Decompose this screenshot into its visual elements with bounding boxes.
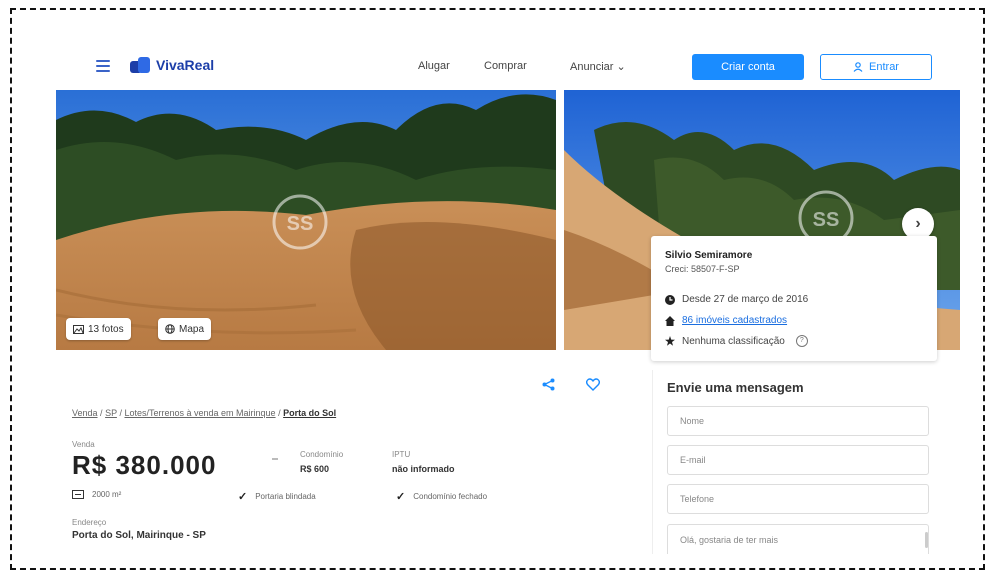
nav-buy[interactable]: Comprar	[484, 60, 527, 72]
listing-photo-main[interactable]: SS	[56, 90, 556, 350]
price-label: Venda	[72, 440, 95, 449]
contact-form: Envie uma mensagem Nome E-mail Telefone …	[652, 370, 939, 554]
advertiser-rating-text: Nenhuma classificação	[682, 335, 785, 347]
feature-area: 2000 m²	[72, 490, 121, 499]
check-icon: ✓	[396, 491, 406, 503]
price-separator	[272, 458, 278, 460]
condo-label: Condomínio	[300, 450, 344, 459]
phone-field[interactable]: Telefone	[667, 484, 929, 514]
advertiser-creci: Creci: 58507-F-SP	[665, 264, 740, 274]
gallery-icon	[73, 324, 84, 334]
photos-button[interactable]: 13 fotos	[66, 318, 131, 340]
breadcrumb-sale[interactable]: Venda	[72, 408, 98, 418]
name-field[interactable]: Nome	[667, 406, 929, 436]
login-button-label: Entrar	[869, 61, 899, 73]
email-field[interactable]: E-mail	[667, 445, 929, 475]
contact-form-title: Envie uma mensagem	[667, 380, 804, 395]
photo-land-image: SS	[56, 90, 556, 350]
photos-count-label: 13 fotos	[88, 323, 124, 335]
breadcrumb-separator: /	[100, 408, 103, 418]
nav-rent[interactable]: Alugar	[418, 60, 450, 72]
iptu-label: IPTU	[392, 450, 411, 459]
watermark-logo: SS	[287, 213, 314, 235]
site-logo[interactable]: VivaReal	[130, 57, 214, 73]
site-header: VivaReal Alugar Comprar Anunciar ⌄ Criar…	[56, 44, 960, 90]
advertiser-since: Desde 27 de março de 2016	[665, 294, 808, 305]
breadcrumb-category[interactable]: Lotes/Terrenos à venda em Mairinque	[124, 408, 275, 418]
globe-icon	[165, 324, 175, 334]
share-icon[interactable]	[542, 378, 555, 391]
listing-page: VivaReal Alugar Comprar Anunciar ⌄ Criar…	[56, 44, 960, 554]
advertiser-since-text: Desde 27 de março de 2016	[682, 294, 809, 305]
feature-item: ✓ Condomínio fechado	[396, 490, 487, 503]
breadcrumb-current: Porta do Sol	[283, 408, 337, 418]
feature-item: ✓ Portaria blindada	[238, 490, 316, 503]
login-button[interactable]: Entrar	[820, 54, 932, 80]
chevron-down-icon: ⌄	[616, 61, 626, 73]
message-scrollbar[interactable]	[925, 532, 928, 548]
area-icon	[72, 490, 84, 499]
area-text: 2000 m²	[92, 490, 122, 499]
breadcrumb-state[interactable]: SP	[105, 408, 117, 418]
condo-value: R$ 600	[300, 464, 330, 474]
user-icon	[853, 62, 863, 72]
advertiser-listings[interactable]: 86 imóveis cadastrados	[665, 315, 787, 326]
feature-text: Portaria blindada	[255, 492, 316, 501]
clock-icon	[665, 294, 675, 305]
iptu-value: não informado	[392, 464, 455, 474]
advertiser-listings-link[interactable]: 86 imóveis cadastrados	[682, 315, 787, 326]
create-account-button[interactable]: Criar conta	[692, 54, 804, 80]
logo-text: VivaReal	[156, 57, 215, 73]
nav-advertise-label: Anunciar	[570, 61, 614, 73]
breadcrumb: Venda / SP / Lotes/Terrenos à venda em M…	[72, 408, 336, 418]
map-label: Mapa	[179, 323, 205, 335]
advertiser-card: Silvio Semiramore Creci: 58507-F-SP Desd…	[651, 236, 937, 361]
advertiser-rating: Nenhuma classificação ?	[665, 335, 808, 347]
message-field[interactable]: Olá, gostaria de ter mais	[667, 524, 929, 554]
address-label: Endereço	[72, 518, 107, 527]
heart-icon[interactable]	[586, 378, 600, 391]
feature-text: Condomínio fechado	[413, 492, 488, 501]
logo-icon	[130, 57, 150, 73]
listing-price: R$ 380.000	[72, 450, 217, 480]
advertiser-name[interactable]: Silvio Semiramore	[665, 250, 752, 261]
watermark-logo: SS	[813, 209, 840, 231]
nav-advertise[interactable]: Anunciar ⌄	[570, 60, 626, 73]
menu-icon[interactable]	[96, 60, 110, 72]
listing-address: Porta do Sol, Mairinque - SP	[72, 530, 206, 541]
check-icon: ✓	[238, 491, 248, 503]
house-icon	[665, 315, 675, 326]
help-icon[interactable]: ?	[795, 335, 808, 347]
breadcrumb-separator: /	[278, 408, 281, 418]
map-button[interactable]: Mapa	[158, 318, 212, 340]
breadcrumb-separator: /	[119, 408, 122, 418]
chevron-right-icon: ›	[915, 215, 921, 232]
star-icon	[665, 336, 675, 346]
